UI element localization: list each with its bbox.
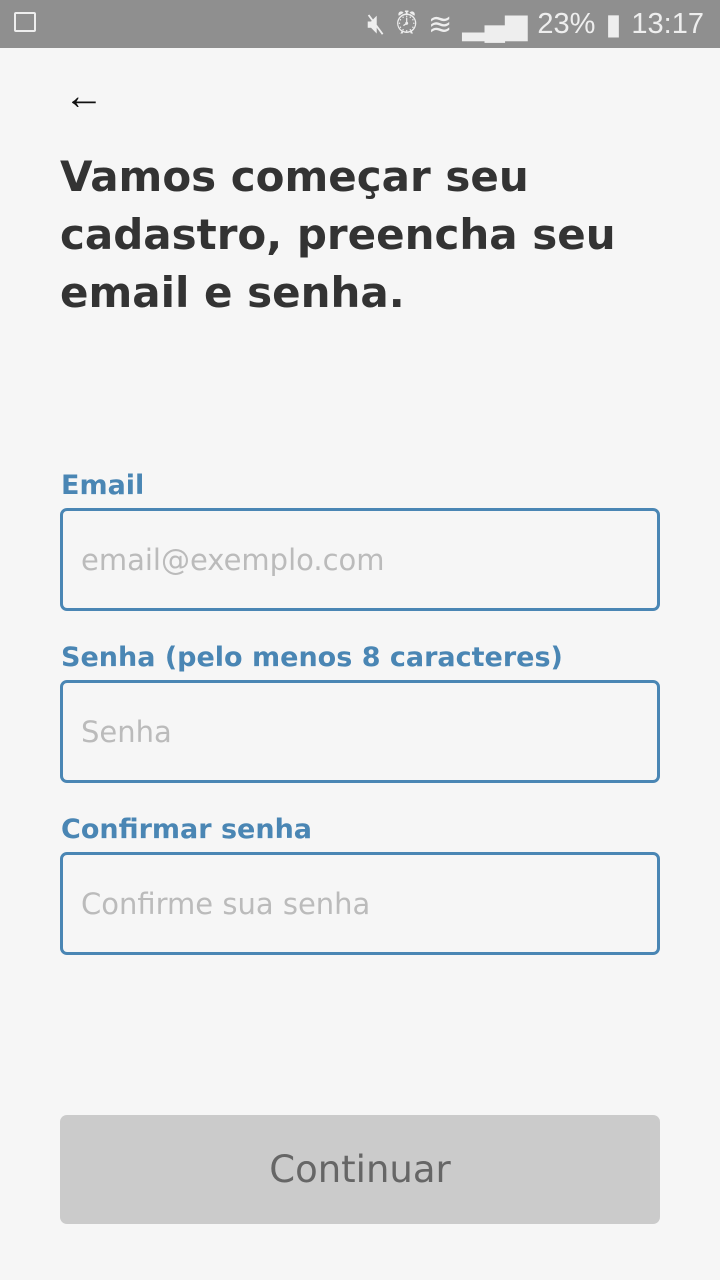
password-input[interactable] — [60, 680, 660, 783]
image-notification-icon — [14, 12, 36, 32]
battery-percent: 23% — [537, 8, 596, 40]
confirm-password-input[interactable] — [60, 852, 660, 955]
password-label: Senha (pelo menos 8 caracteres) — [61, 642, 563, 673]
page-title: Vamos começar seu cadastro, preencha seu… — [60, 152, 616, 317]
mute-icon: 🔇︎ — [367, 8, 386, 40]
wifi-icon: ≋ — [427, 9, 453, 41]
arrow-left-icon: ← — [64, 74, 104, 118]
alarm-icon: ⏰︎ — [395, 8, 418, 40]
status-bar: 🔇︎ ⏰︎ ≋ ▂▄▆ 23% ▮ 13:17 — [0, 0, 720, 48]
email-label: Email — [61, 470, 145, 501]
confirm-password-label: Confirmar senha — [61, 814, 313, 845]
battery-icon: ▮ — [605, 9, 622, 41]
back-button[interactable]: ← — [64, 74, 104, 119]
continue-button[interactable]: Continuar — [60, 1115, 660, 1224]
clock: 13:17 — [631, 8, 704, 40]
email-input[interactable] — [60, 508, 660, 611]
signal-icon: ▂▄▆ — [462, 9, 528, 41]
